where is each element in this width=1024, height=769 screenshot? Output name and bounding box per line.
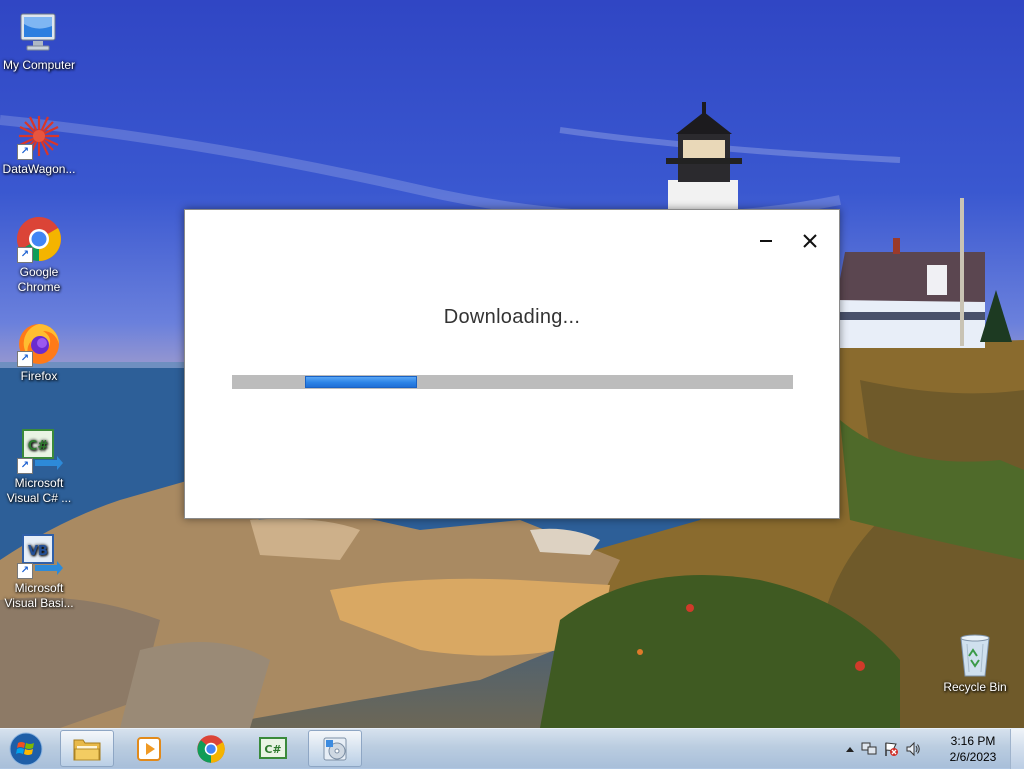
desktop-icon-my-computer[interactable]: My Computer	[0, 8, 81, 73]
minimize-icon	[760, 240, 772, 242]
media-player-icon	[137, 736, 161, 761]
progress-bar-fill	[305, 376, 417, 388]
desktop-icon-label: My Computer	[2, 58, 76, 72]
network-icon	[861, 742, 877, 755]
clock-date: 2/6/2023	[949, 750, 997, 764]
taskbar-clock[interactable]: 3:16 PM 2/6/2023	[940, 733, 1006, 765]
close-button[interactable]	[795, 228, 825, 254]
computer-icon	[15, 8, 63, 56]
firefox-icon: ↗	[15, 319, 63, 367]
desktop-icon-visual-basic[interactable]: VB ↗ Microsoft Visual Basi...	[0, 531, 81, 611]
speaker-icon	[906, 741, 920, 757]
volume-tray-button[interactable]	[902, 741, 924, 757]
desktop-icon-label: Microsoft Visual C# ...	[6, 476, 72, 505]
svg-text:C#: C#	[264, 743, 281, 756]
desktop-icon-recycle-bin[interactable]: Recycle Bin	[933, 630, 1017, 695]
desktop-icon-label: DataWagon...	[2, 162, 76, 176]
download-status-text: Downloading...	[443, 306, 581, 328]
windows-logo-icon	[9, 732, 43, 766]
svg-text:VB: VB	[28, 544, 48, 559]
datawagon-icon: ↗	[15, 112, 63, 160]
desktop-icon-datawagon[interactable]: ↗ DataWagon...	[0, 112, 81, 177]
desktop-icon-google-chrome[interactable]: ↗ Google Chrome	[0, 215, 81, 295]
taskbar-windows-explorer[interactable]	[60, 730, 114, 767]
svg-text:C#: C#	[28, 439, 49, 454]
taskbar-google-chrome[interactable]	[184, 730, 238, 767]
system-tray	[842, 729, 924, 769]
show-desktop-button[interactable]	[1010, 729, 1024, 769]
clock-time: 3:16 PM	[950, 734, 996, 748]
start-button[interactable]	[6, 731, 46, 767]
folder-icon	[73, 739, 101, 760]
desktop-icon-label: Google Chrome	[17, 265, 61, 294]
taskbar-visual-csharp[interactable]: C#	[246, 730, 300, 767]
desktop-icon-label: Firefox	[20, 369, 58, 383]
chrome-icon: ↗	[15, 215, 63, 263]
installer-icon	[323, 737, 347, 760]
taskbar: C# 3:16 PM 2/6/2023	[0, 728, 1024, 769]
shortcut-arrow-icon: ↗	[17, 144, 33, 160]
desktop-icon-label: Recycle Bin	[943, 680, 1007, 694]
shortcut-arrow-icon: ↗	[17, 563, 33, 579]
visual-basic-icon: VB ↗	[15, 531, 63, 579]
shortcut-arrow-icon: ↗	[17, 351, 33, 367]
shortcut-arrow-icon: ↗	[17, 458, 33, 474]
show-hidden-icons-button[interactable]	[842, 745, 858, 753]
chrome-icon	[197, 734, 225, 763]
progress-bar	[232, 375, 793, 389]
download-dialog: Downloading...	[184, 209, 840, 519]
visual-csharp-icon: C# ↗	[15, 426, 63, 474]
recycle-bin-icon	[951, 630, 999, 678]
close-icon	[803, 234, 817, 248]
taskbar-media-player[interactable]	[122, 730, 176, 767]
network-tray-button[interactable]	[858, 741, 880, 757]
taskbar-installer[interactable]	[308, 730, 362, 767]
desktop-icon-visual-csharp[interactable]: C# ↗ Microsoft Visual C# ...	[0, 426, 81, 506]
action-center-flag-icon	[885, 742, 898, 756]
desktop-icon-label: Microsoft Visual Basi...	[4, 581, 74, 610]
chevron-up-icon	[846, 747, 854, 752]
desktop-icon-firefox[interactable]: ↗ Firefox	[0, 319, 81, 384]
visual-csharp-icon: C#	[259, 736, 287, 759]
shortcut-arrow-icon: ↗	[17, 247, 33, 263]
action-center-tray-button[interactable]	[880, 741, 902, 757]
minimize-button[interactable]	[751, 228, 781, 254]
